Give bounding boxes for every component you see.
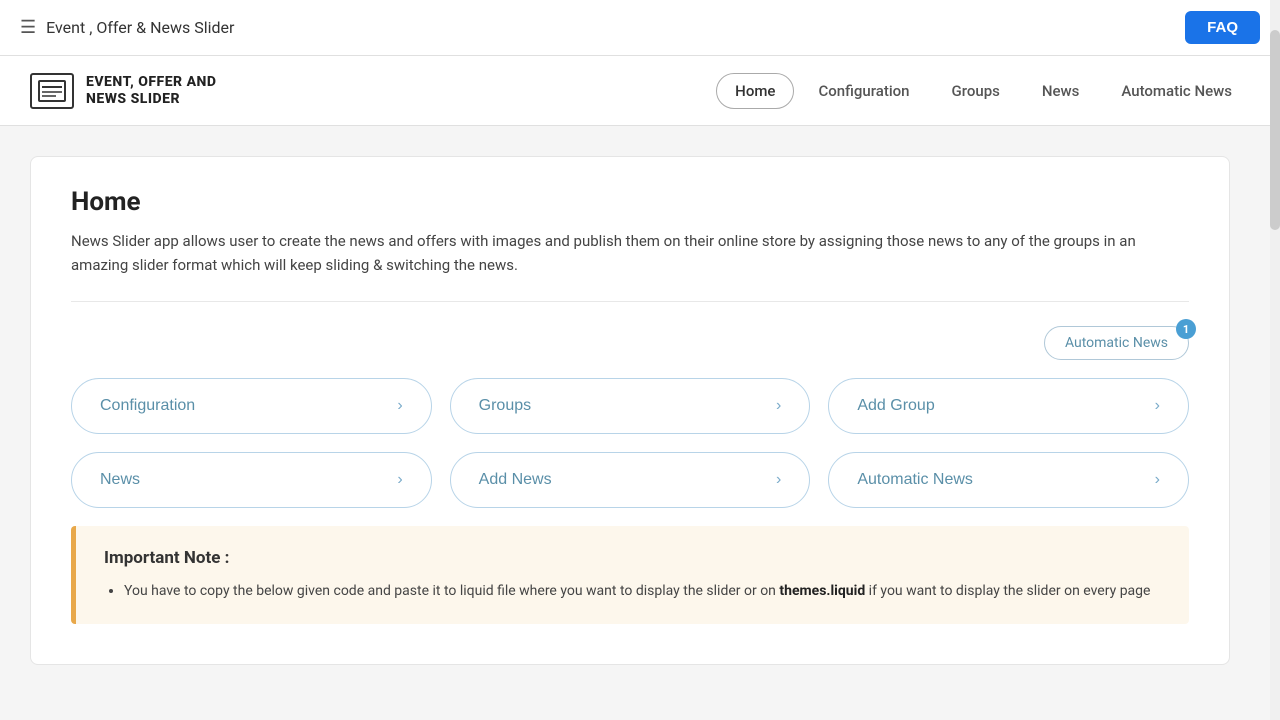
news-arrow-icon: › — [397, 471, 402, 489]
groups-button[interactable]: Groups › — [450, 378, 811, 434]
divider — [71, 301, 1189, 302]
nav-link-configuration[interactable]: Configuration — [800, 74, 927, 108]
logo-svg-icon — [38, 80, 66, 102]
top-bar-left: ☰ Event , Offer & News Slider — [20, 17, 234, 38]
add-news-arrow-icon: › — [776, 471, 781, 489]
groups-label: Groups — [479, 397, 531, 415]
nav-link-automatic-news[interactable]: Automatic News — [1103, 74, 1250, 108]
automatic-news-button[interactable]: Automatic News › — [828, 452, 1189, 508]
nav-link-news[interactable]: News — [1024, 74, 1098, 108]
nav-bar: EVENT, OFFER AND NEWS SLIDER Home Config… — [0, 56, 1280, 126]
scrollbar-thumb[interactable] — [1270, 30, 1280, 230]
nav-link-groups[interactable]: Groups — [934, 74, 1018, 108]
grid-buttons-row2: News › Add News › Automatic News › — [71, 452, 1189, 508]
important-note-text-before: You have to copy the below given code an… — [124, 583, 779, 599]
menu-icon: ☰ — [20, 17, 36, 38]
nav-logo-icon — [30, 73, 74, 109]
add-news-label: Add News — [479, 471, 552, 489]
grid-buttons-row1: Configuration › Groups › Add Group › — [71, 378, 1189, 434]
add-group-button[interactable]: Add Group › — [828, 378, 1189, 434]
automatic-news-label: Automatic News — [857, 471, 973, 489]
important-note-text-after: if you want to display the slider on eve… — [865, 583, 1150, 599]
home-card: Home News Slider app allows user to crea… — [30, 156, 1230, 665]
auto-news-badge-row: Automatic News 1 — [71, 326, 1189, 360]
groups-arrow-icon: › — [776, 397, 781, 415]
auto-news-badge-count: 1 — [1176, 319, 1196, 339]
news-label: News — [100, 471, 140, 489]
automatic-news-arrow-icon: › — [1155, 471, 1160, 489]
main-content: Home News Slider app allows user to crea… — [0, 126, 1260, 665]
important-note-bold: themes.liquid — [779, 583, 865, 599]
scrollbar[interactable] — [1270, 0, 1280, 720]
nav-links: Home Configuration Groups News Automatic… — [716, 73, 1250, 109]
add-group-arrow-icon: › — [1155, 397, 1160, 415]
top-bar: ☰ Event , Offer & News Slider FAQ — [0, 0, 1280, 56]
top-bar-title: Event , Offer & News Slider — [46, 18, 234, 37]
nav-link-home[interactable]: Home — [716, 73, 794, 109]
important-note-item: You have to copy the below given code an… — [124, 580, 1161, 602]
nav-logo: EVENT, OFFER AND NEWS SLIDER — [30, 73, 217, 109]
auto-news-badge-label: Automatic News — [1065, 335, 1168, 351]
nav-logo-text: EVENT, OFFER AND NEWS SLIDER — [86, 74, 217, 108]
add-news-button[interactable]: Add News › — [450, 452, 811, 508]
auto-news-badge-button[interactable]: Automatic News 1 — [1044, 326, 1189, 360]
faq-button[interactable]: FAQ — [1185, 11, 1260, 44]
important-note-title: Important Note : — [104, 548, 1161, 568]
home-title: Home — [71, 187, 1189, 217]
configuration-button[interactable]: Configuration › — [71, 378, 432, 434]
configuration-arrow-icon: › — [397, 397, 402, 415]
important-note: Important Note : You have to copy the be… — [71, 526, 1189, 624]
configuration-label: Configuration — [100, 397, 195, 415]
home-description: News Slider app allows user to create th… — [71, 229, 1171, 277]
add-group-label: Add Group — [857, 397, 934, 415]
news-button[interactable]: News › — [71, 452, 432, 508]
